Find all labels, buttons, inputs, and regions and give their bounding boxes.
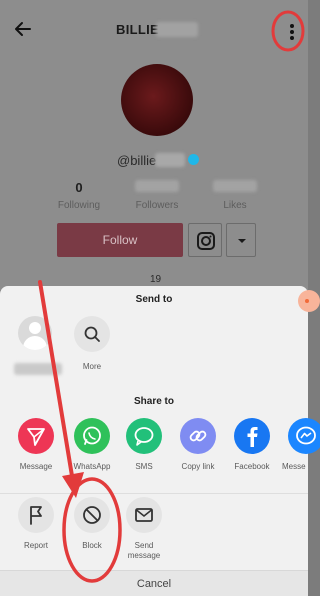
profile-username: BILLIE [116,22,159,37]
instagram-icon [197,232,215,250]
share-messenger-label: Messe [282,462,306,471]
stat-value: 0 [75,180,83,195]
stat-label: Likes [223,200,247,211]
notification-dot [298,290,320,312]
verified-badge-icon [188,154,199,165]
share-message-button[interactable] [18,418,54,454]
stat-likes[interactable]: Likes [198,180,272,211]
profile-handle: @billie [117,153,157,168]
share-copy-link-label: Copy link [181,462,215,471]
video-count: 19 [150,274,162,285]
whatsapp-icon [83,426,101,445]
notification-dot-inner [305,299,309,303]
share-messenger-button[interactable] [288,418,320,454]
send-to-title: Send to [135,294,173,305]
envelope-icon [135,508,153,522]
share-copy-link-button[interactable] [180,418,216,454]
sms-icon [134,427,154,446]
share-whatsapp-label: WhatsApp [73,462,111,471]
messenger-icon [296,426,316,445]
block-label: Block [82,541,102,550]
share-facebook-button[interactable] [234,418,270,454]
profile-avatar [121,64,193,136]
instagram-button[interactable] [188,223,222,257]
follow-button[interactable]: Follow [57,223,183,257]
contact-avatar[interactable] [18,316,52,350]
more-contacts-button[interactable] [74,316,110,352]
share-message-label: Message [19,462,53,471]
share-whatsapp-button[interactable] [74,418,110,454]
share-sms-button[interactable] [126,418,162,454]
link-icon [189,430,207,442]
send-icon [27,428,45,446]
send-message-label: Send message [127,541,161,560]
cancel-button[interactable]: Cancel [0,570,308,596]
caret-down-icon [238,239,246,243]
stat-following[interactable]: 0 Following [42,180,116,211]
stat-label: Followers [135,200,179,211]
stat-value-blur [135,180,179,192]
more-options-icon[interactable] [290,24,294,40]
search-icon [84,326,100,342]
stat-value-blur [213,180,257,192]
contact-name-blur [14,363,62,375]
username-blur [156,22,198,37]
share-facebook-label: Facebook [234,462,270,471]
share-to-title: Share to [133,396,174,407]
suggested-dropdown-button[interactable] [226,223,256,257]
stat-followers[interactable]: Followers [120,180,194,211]
handle-blur [155,153,185,167]
block-button[interactable] [74,497,110,533]
block-icon [83,506,101,524]
report-button[interactable] [18,497,54,533]
share-sms-label: SMS [135,462,153,471]
stat-label: Following [57,200,101,211]
report-label: Report [23,541,48,550]
top-bar: BILLIE [0,0,308,58]
more-label: More [82,362,102,371]
flag-icon [30,506,42,525]
send-message-button[interactable] [126,497,162,533]
back-arrow-icon[interactable] [12,18,34,40]
facebook-icon [247,427,258,447]
section-divider [0,493,308,494]
